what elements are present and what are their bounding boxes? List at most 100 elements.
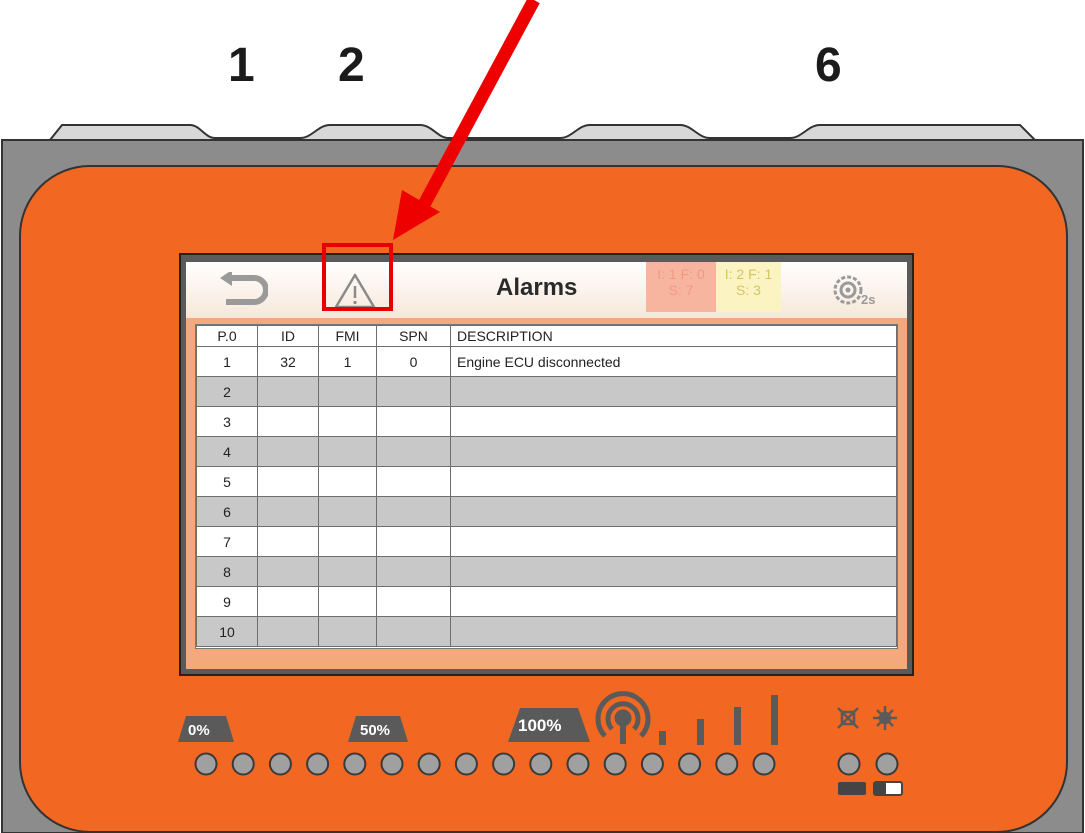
- cell-id: [257, 406, 319, 437]
- screen-header: Alarms I: 1 F: 0 S: 7 I: 2 F: 1 S: 3 2s: [186, 262, 907, 318]
- cell-description: [450, 496, 897, 527]
- level-led: [715, 752, 739, 776]
- column-header-spn: SPN: [376, 325, 451, 347]
- cell-spn: [376, 616, 451, 647]
- level-led: [678, 752, 702, 776]
- table-row[interactable]: 4: [196, 436, 897, 467]
- cell-position: 5: [196, 466, 258, 497]
- interval-label: 2s: [861, 292, 875, 307]
- cell-description: [450, 466, 897, 497]
- cell-position: 2: [196, 376, 258, 407]
- cell-spn: [376, 526, 451, 557]
- alarm-counter-inactive: I: 1 F: 0 S: 7: [646, 262, 716, 312]
- table-row[interactable]: 10: [196, 616, 897, 647]
- page-title: Alarms: [496, 274, 578, 301]
- table-row[interactable]: 7: [196, 526, 897, 557]
- level-led: [603, 752, 627, 776]
- table-row[interactable]: 6: [196, 496, 897, 527]
- cell-fmi: [318, 466, 377, 497]
- cell-spn: [376, 376, 451, 407]
- cell-fmi: [318, 586, 377, 617]
- column-header-p0: P.0: [196, 325, 258, 347]
- warning-icon-highlight-box: [322, 243, 393, 311]
- counter-line-2: S: 3: [736, 282, 761, 298]
- cell-fmi: [318, 376, 377, 407]
- level-led: [306, 752, 330, 776]
- cell-fmi: [318, 616, 377, 647]
- level-led: [231, 752, 255, 776]
- level-led: [380, 752, 404, 776]
- level-led: [454, 752, 478, 776]
- battery-full-icon: [838, 782, 866, 795]
- key-strip: [47, 124, 1038, 141]
- cell-spn: [376, 466, 451, 497]
- cell-position: 8: [196, 556, 258, 587]
- cell-spn: [376, 556, 451, 587]
- counter-line-1: I: 1 F: 0: [657, 266, 705, 282]
- cell-position: 7: [196, 526, 258, 557]
- column-header-fmi: FMI: [318, 325, 377, 347]
- cell-fmi: 1: [318, 346, 377, 377]
- cell-position: 10: [196, 616, 258, 647]
- table-row[interactable]: 8: [196, 556, 897, 587]
- auto-scroll-gear-icon[interactable]: 2s: [831, 273, 877, 307]
- table-row[interactable]: 5: [196, 466, 897, 497]
- cell-position: 3: [196, 406, 258, 437]
- cell-id: [257, 436, 319, 467]
- counter-line-2: S: 7: [668, 282, 694, 298]
- level-led: [417, 752, 441, 776]
- cell-spn: 0: [376, 346, 451, 377]
- cell-spn: [376, 436, 451, 467]
- cell-description: [450, 586, 897, 617]
- status-led: [875, 752, 899, 776]
- cell-description: [450, 556, 897, 587]
- cell-description: [450, 526, 897, 557]
- cell-id: [257, 376, 319, 407]
- key-number-1: 1: [228, 39, 255, 92]
- level-led: [343, 752, 367, 776]
- cell-spn: [376, 406, 451, 437]
- cell-fmi: [318, 556, 377, 587]
- bulb-off-icon: [837, 707, 859, 729]
- level-led: [640, 752, 664, 776]
- cell-fmi: [318, 406, 377, 437]
- table-row[interactable]: 3: [196, 406, 897, 437]
- cell-position: 1: [196, 346, 258, 377]
- cell-fmi: [318, 526, 377, 557]
- cell-description: [450, 376, 897, 407]
- cell-id: [257, 616, 319, 647]
- cell-description: [450, 436, 897, 467]
- key-number-2: 2: [338, 39, 365, 92]
- led-label-full: 100%: [518, 716, 562, 735]
- cell-spn: [376, 586, 451, 617]
- cell-id: 32: [257, 346, 319, 377]
- level-led: [566, 752, 590, 776]
- level-led: [529, 752, 553, 776]
- status-led: [837, 752, 861, 776]
- table-row[interactable]: 1 32 1 0 Engine ECU disconnected: [196, 346, 897, 377]
- level-led: [268, 752, 292, 776]
- cell-id: [257, 496, 319, 527]
- cell-position: 6: [196, 496, 258, 527]
- cell-position: 9: [196, 586, 258, 617]
- cell-id: [257, 526, 319, 557]
- table-header-row: P.0 ID FMI SPN DESCRIPTION: [196, 325, 897, 347]
- level-led: [752, 752, 776, 776]
- key-number-6: 6: [815, 39, 842, 92]
- column-header-id: ID: [257, 325, 319, 347]
- cell-id: [257, 466, 319, 497]
- column-header-description: DESCRIPTION: [450, 325, 897, 347]
- led-label-half: 50%: [360, 722, 391, 739]
- cell-id: [257, 556, 319, 587]
- table-row[interactable]: 2: [196, 376, 897, 407]
- cell-id: [257, 586, 319, 617]
- cell-description: [450, 406, 897, 437]
- cell-description: Engine ECU disconnected: [450, 346, 897, 377]
- led-label-zero: 0%: [188, 722, 210, 739]
- level-led: [492, 752, 516, 776]
- cell-description: [450, 616, 897, 647]
- back-arrow-icon[interactable]: [218, 272, 268, 306]
- table-row[interactable]: 9: [196, 586, 897, 617]
- counter-line-1: I: 2 F: 1: [724, 266, 773, 282]
- cell-fmi: [318, 496, 377, 527]
